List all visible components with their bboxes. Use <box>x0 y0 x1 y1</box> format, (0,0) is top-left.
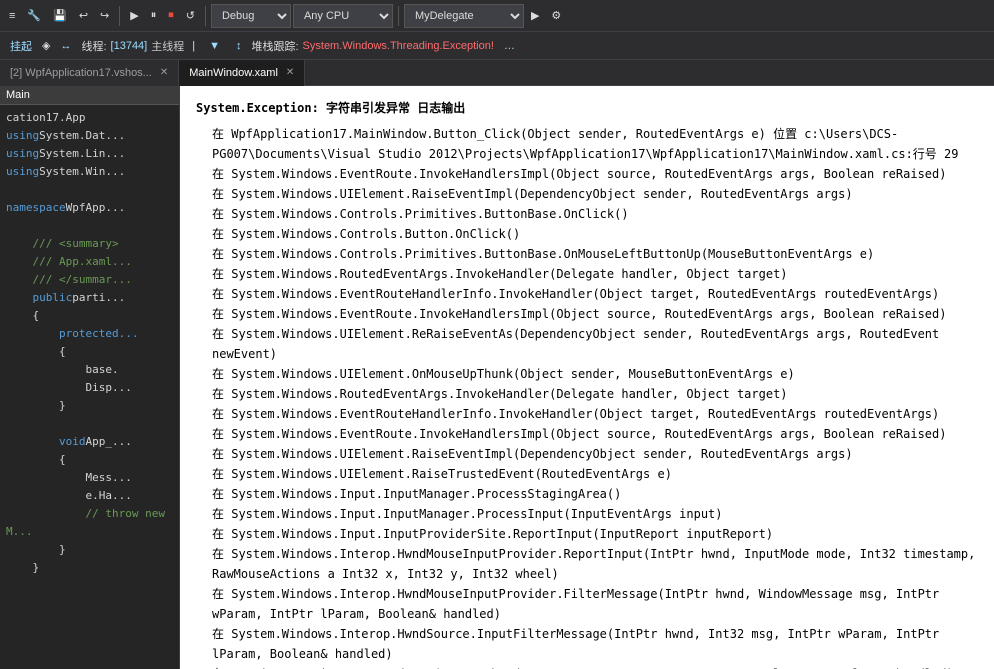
toolbar-left: ≡ 🔧 💾 ↩ ↪ ▶ ⏸ ⏹ ↺ Debug Any CPU MyDelega… <box>4 4 566 28</box>
restart-btn[interactable]: ↺ <box>181 4 200 28</box>
filter2-btn[interactable]: ↕ <box>230 35 248 57</box>
stack-line-0: 在 System.Windows.EventRoute.InvokeHandle… <box>196 164 978 184</box>
tab-wpfapp-close[interactable]: ✕ <box>160 67 168 78</box>
stack-line-10: 在 System.Windows.RoutedEventArgs.InvokeH… <box>196 384 978 404</box>
debugger-pin-btn[interactable]: 挂起 <box>4 35 38 57</box>
tab-mainwindow[interactable]: MainWindow.xaml ✕ <box>179 60 305 86</box>
main-layout: Main cation17.App using System.Dat... us… <box>0 86 994 669</box>
code-line-ns: namespace WpfApp... <box>6 199 173 217</box>
code-line-blank2 <box>6 217 173 235</box>
stack-line-5: 在 System.Windows.RoutedEventArgs.InvokeH… <box>196 264 978 284</box>
code-line-using3: using System.Win... <box>6 163 173 181</box>
code-line-brace6: } <box>6 559 173 577</box>
code-line-brace5: } <box>6 541 173 559</box>
stack-line-18: 在 System.Windows.Interop.HwndMouseInputP… <box>196 544 978 584</box>
thread-name: 主线程 <box>151 38 184 54</box>
stack-line-7: 在 System.Windows.EventRoute.InvokeHandle… <box>196 304 978 324</box>
separator-1 <box>119 6 120 26</box>
code-area: cation17.App using System.Dat... using S… <box>0 105 179 581</box>
profile-dropdown[interactable]: MyDelegate <box>404 4 524 28</box>
code-line-summary2: /// App.xaml... <box>6 253 173 271</box>
code-line-brace3: } <box>6 397 173 415</box>
code-line-blank3 <box>6 415 173 433</box>
stack-line-11: 在 System.Windows.EventRouteHandlerInfo.I… <box>196 404 978 424</box>
code-line-public: public parti... <box>6 289 173 307</box>
tab-mainwindow-label: MainWindow.xaml <box>189 67 278 79</box>
code-line-brace4: { <box>6 451 173 469</box>
sidebar-tab-main[interactable]: Main <box>6 89 30 101</box>
left-sidebar: Main cation17.App using System.Dat... us… <box>0 86 180 669</box>
continue-btn[interactable]: ▶ <box>125 4 143 28</box>
separator-2 <box>205 6 206 26</box>
menu-file-btn[interactable]: ≡ <box>4 4 20 28</box>
nav-right-btn[interactable]: … <box>498 35 521 57</box>
code-line-blank1 <box>6 181 173 199</box>
toolbar-icon-2[interactable]: 💾 <box>48 4 72 28</box>
tab-bar: [2] WpfApplication17.vshos... ✕ MainWind… <box>0 60 994 86</box>
filter-btn[interactable]: ▼ <box>203 35 226 57</box>
toolbar-icon-4[interactable]: ↪ <box>95 4 114 28</box>
profile-icon-btn[interactable]: ⚙ <box>546 4 566 28</box>
stack-line-9: 在 System.Windows.UIElement.OnMouseUpThun… <box>196 364 978 384</box>
stack-line-19: 在 System.Windows.Interop.HwndMouseInputP… <box>196 584 978 624</box>
code-line-summary3: /// </summar... <box>6 271 173 289</box>
stack-line-12: 在 System.Windows.EventRoute.InvokeHandle… <box>196 424 978 444</box>
code-line-disp: Disp... <box>6 379 173 397</box>
code-line-brace1: { <box>6 307 173 325</box>
exception-inline: System.Windows.Threading.Exception! <box>303 40 494 52</box>
sep-pipe: | <box>192 40 195 52</box>
code-line-app: cation17.App <box>6 109 173 127</box>
code-line-mess: Mess... <box>6 469 173 487</box>
stack-line-1: 在 System.Windows.UIElement.RaiseEventImp… <box>196 184 978 204</box>
stack-line-14: 在 System.Windows.UIElement.RaiseTrustedE… <box>196 464 978 484</box>
code-line-using2: using System.Lin... <box>6 145 173 163</box>
breakpoint-icon: ◈ <box>42 39 50 52</box>
second-toolbar: 挂起 ◈ ↔ 线程: [13744] 主线程 | ▼ ↕ 堆栈跟踪: Syste… <box>0 32 994 60</box>
stack-line-20: 在 System.Windows.Interop.HwndSource.Inpu… <box>196 624 978 664</box>
debug-dropdown[interactable]: Debug <box>211 4 291 28</box>
thread-id: [13744] <box>111 40 148 52</box>
stack-line-6: 在 System.Windows.EventRouteHandlerInfo.I… <box>196 284 978 304</box>
stack-line-4: 在 System.Windows.Controls.Primitives.But… <box>196 244 978 264</box>
top-toolbar: ≡ 🔧 💾 ↩ ↪ ▶ ⏸ ⏹ ↺ Debug Any CPU MyDelega… <box>0 0 994 32</box>
tab-wpfapp-label: [2] WpfApplication17.vshos... <box>10 67 152 79</box>
first-stack-line: 在 WpfApplication17.MainWindow.Button_Cli… <box>196 124 978 164</box>
code-line-using1: using System.Dat... <box>6 127 173 145</box>
stop-btn[interactable]: ⏹ <box>163 4 179 28</box>
step-over-btn[interactable]: ↔ <box>54 35 77 57</box>
line-label: 线程: <box>81 38 106 54</box>
stacktrace-label: 堆栈跟踪: <box>251 38 298 54</box>
code-line-brace2: { <box>6 343 173 361</box>
separator-3 <box>398 6 399 26</box>
code-line-void: void App_... <box>6 433 173 451</box>
stack-line-2: 在 System.Windows.Controls.Primitives.But… <box>196 204 978 224</box>
code-line-protected: protected... <box>6 325 173 343</box>
exception-title: System.Exception: 字符串引发异常 日志输出 <box>196 98 978 118</box>
main-content[interactable]: System.Exception: 字符串引发异常 日志输出 在 WpfAppl… <box>180 86 994 669</box>
stack-line-3: 在 System.Windows.Controls.Button.OnClick… <box>196 224 978 244</box>
code-line-base: base. <box>6 361 173 379</box>
toolbar-icon-3[interactable]: ↩ <box>74 4 93 28</box>
stack-line-8: 在 System.Windows.UIElement.ReRaiseEventA… <box>196 324 978 364</box>
stack-line-16: 在 System.Windows.Input.InputManager.Proc… <box>196 504 978 524</box>
profile-action-btn[interactable]: ▶ <box>526 4 544 28</box>
pause-btn[interactable]: ⏸ <box>146 4 162 28</box>
code-line-summary1: /// <summary> <box>6 235 173 253</box>
code-line-eha: e.Ha... <box>6 487 173 505</box>
stack-line-17: 在 System.Windows.Input.InputProviderSite… <box>196 524 978 544</box>
tab-wpfapp[interactable]: [2] WpfApplication17.vshos... ✕ <box>0 60 179 86</box>
toolbar-icon-1[interactable]: 🔧 <box>22 4 46 28</box>
stack-line-13: 在 System.Windows.UIElement.RaiseEventImp… <box>196 444 978 464</box>
code-line-throw: // throw new M... <box>6 505 173 541</box>
stack-line-21: 在 MS.Win32.HwndWrapper.WndProc(IntPtr hw… <box>196 664 978 669</box>
stack-line-15: 在 System.Windows.Input.InputManager.Proc… <box>196 484 978 504</box>
cpu-dropdown[interactable]: Any CPU <box>293 4 393 28</box>
sidebar-header: Main <box>0 86 179 105</box>
tab-mainwindow-close[interactable]: ✕ <box>286 67 294 78</box>
